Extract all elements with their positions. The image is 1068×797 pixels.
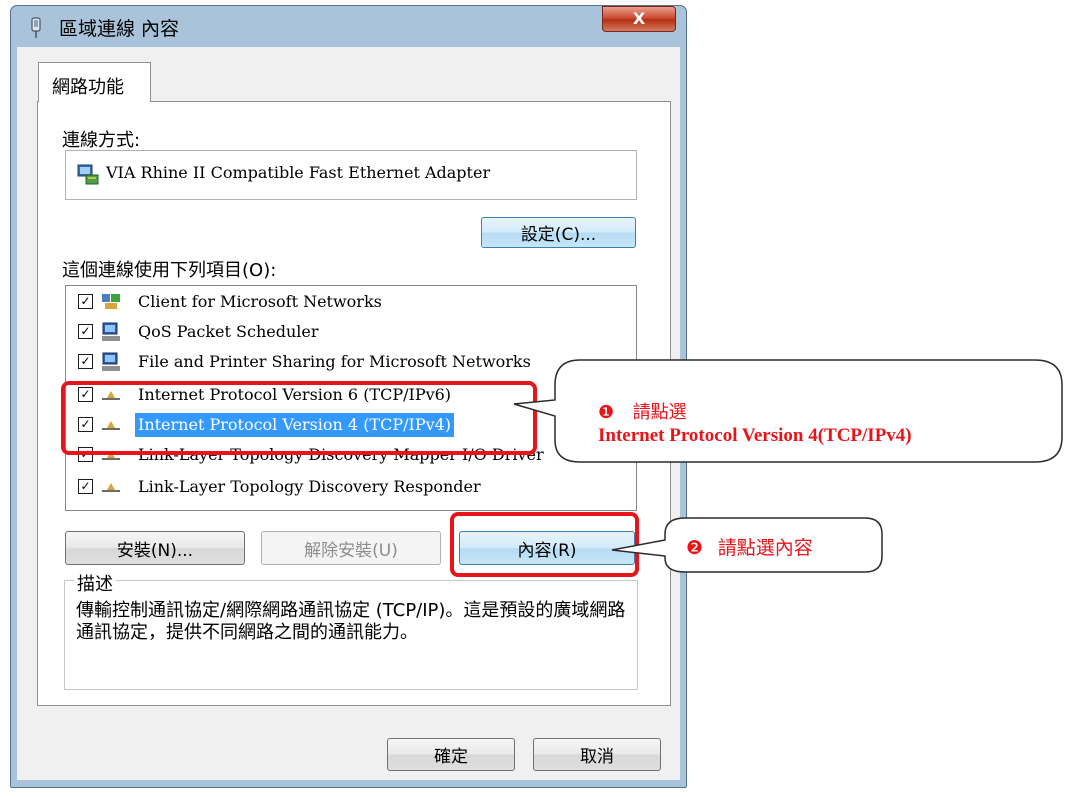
callout-step-2: ❷ 請點選內容 — [686, 533, 813, 560]
step-1-target: Internet Protocol Version 4(TCP/IPv4) — [598, 425, 912, 446]
step-1-marker: ❶ — [598, 402, 615, 422]
tab-networking[interactable]: 網路功能 — [38, 62, 151, 102]
step-2-marker: ❷ — [686, 538, 704, 559]
step-2-instruction: 請點選內容 — [717, 538, 813, 559]
callout-step-1: ❶ 請點選 — [598, 398, 687, 424]
callout-shapes — [513, 359, 1063, 573]
step-1-instruction: 請點選 — [632, 402, 687, 422]
